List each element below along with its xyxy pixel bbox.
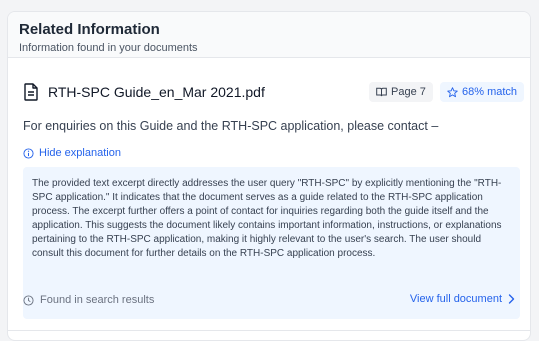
match-label: 68% match [462, 86, 518, 98]
document-icon [24, 83, 38, 101]
info-icon [23, 147, 34, 159]
view-full-document-link[interactable]: View full document [410, 293, 515, 305]
view-full-label: View full document [409, 293, 502, 305]
found-in-search: Found in search results [23, 294, 154, 306]
hide-explanation-button[interactable]: Hide explanation [23, 145, 121, 161]
page-badge: Page 7 [369, 82, 433, 102]
related-information-panel: Related Information Information found in… [7, 11, 531, 341]
excerpt-text: For enquiries on this Guide and the RTH-… [23, 119, 439, 133]
book-icon [376, 87, 387, 97]
star-icon [447, 86, 458, 97]
result-footer: Found in search results View full docume… [8, 288, 530, 312]
panel-subtitle: Information found in your documents [19, 42, 198, 54]
clock-icon [23, 294, 34, 306]
match-badge: 68% match [440, 82, 525, 102]
hide-explanation-label: Hide explanation [39, 147, 121, 159]
page-label: Page 7 [391, 86, 426, 98]
document-row: RTH-SPC Guide_en_Mar 2021.pdf Page 7 68%… [23, 80, 525, 106]
divider [8, 330, 530, 331]
panel-header: Related Information Information found in… [8, 12, 530, 58]
found-label: Found in search results [40, 294, 155, 306]
panel-title: Related Information [19, 21, 160, 38]
chevron-right-icon [508, 294, 515, 304]
document-title[interactable]: RTH-SPC Guide_en_Mar 2021.pdf [48, 84, 265, 100]
